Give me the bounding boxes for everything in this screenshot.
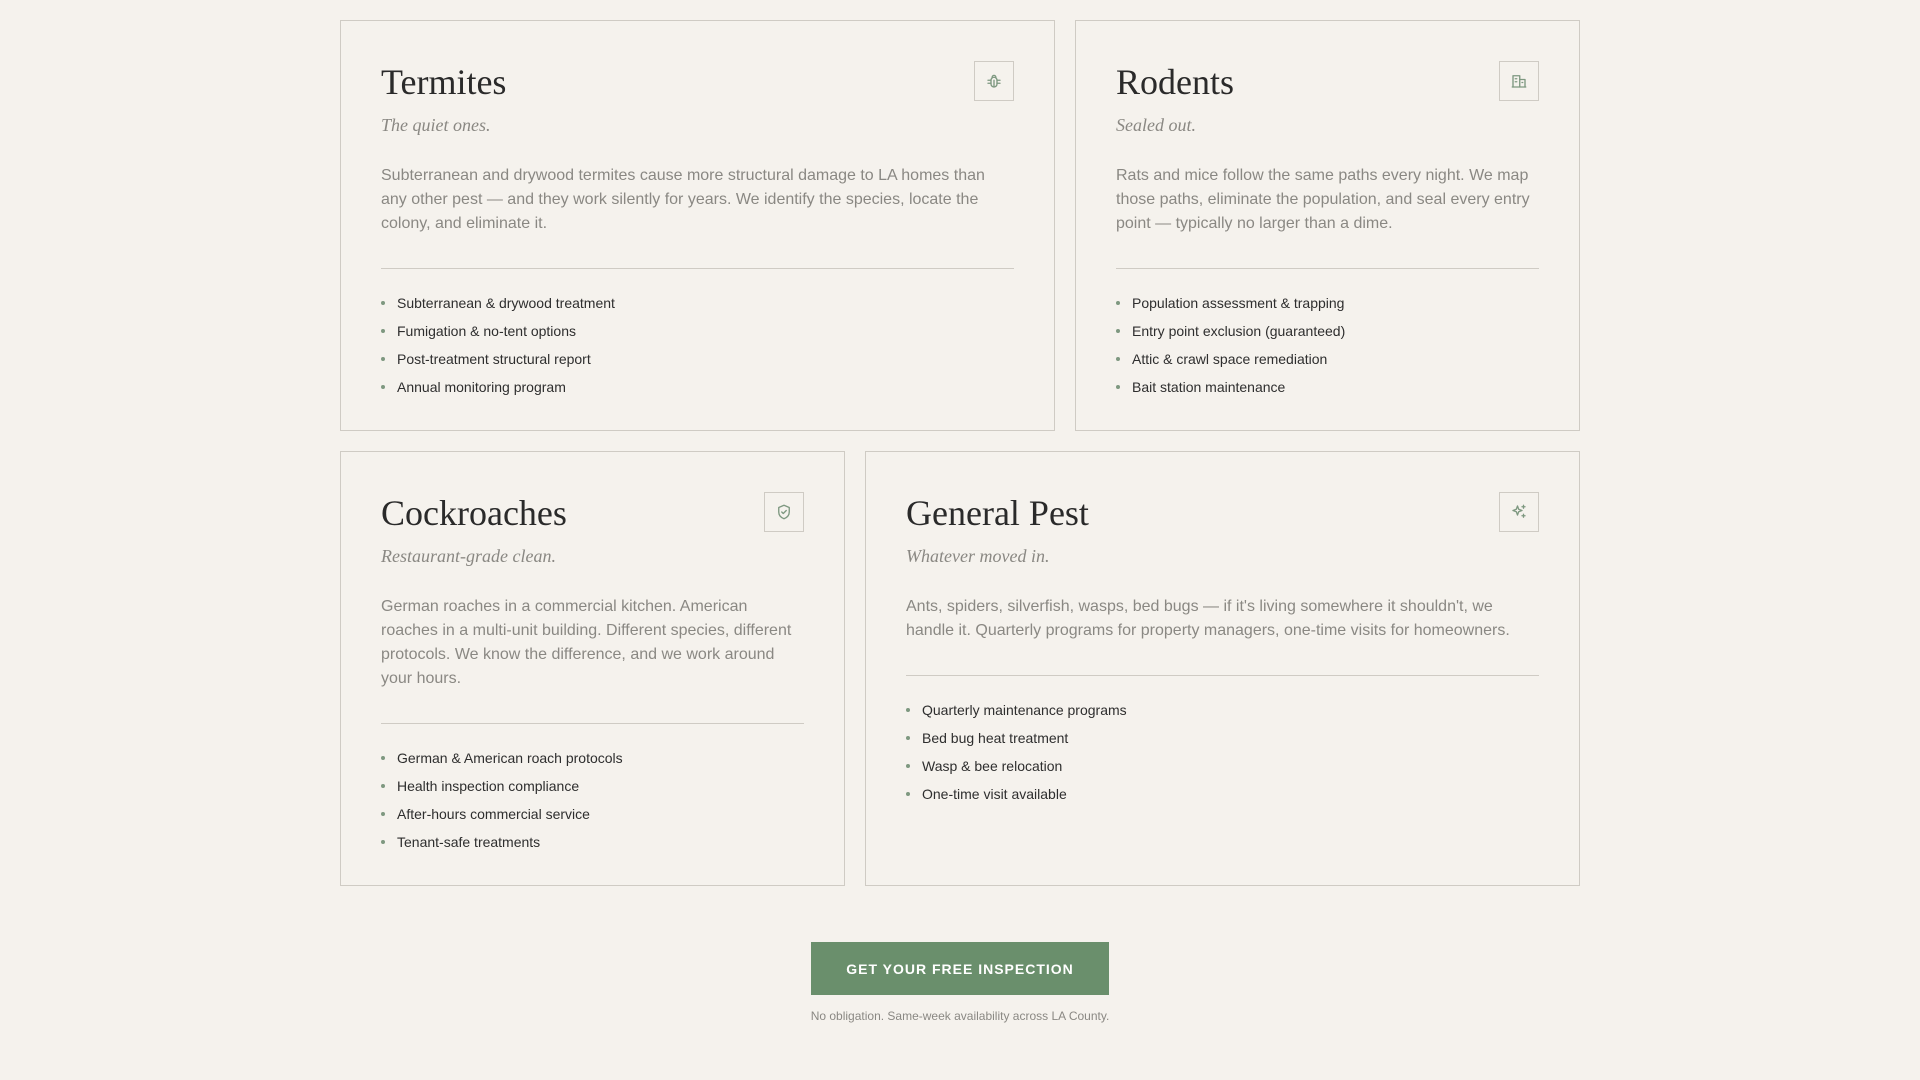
feature-item: Post-treatment structural report [381, 349, 1014, 369]
bullet-icon [906, 735, 910, 740]
services-page: Termites The quiet ones. Subterranean an… [0, 0, 1920, 1080]
feature-item: Subterranean & drywood treatment [381, 293, 1014, 313]
bullet-icon [906, 707, 910, 712]
feature-label: Fumigation & no-tent options [397, 322, 576, 339]
bullet-icon [906, 763, 910, 768]
feature-label: Bait station maintenance [1132, 378, 1286, 395]
feature-item: Wasp & bee relocation [906, 756, 1539, 776]
cta-note: No obligation. Same-week availability ac… [810, 1009, 1110, 1023]
card-header: Rodents Sealed out. [1116, 61, 1539, 136]
feature-label: One-time visit available [922, 785, 1067, 802]
card-heading: Rodents Sealed out. [1116, 61, 1234, 136]
service-card-rodents: Rodents Sealed out. Rats and mice follow… [1075, 20, 1580, 431]
feature-item: Quarterly maintenance programs [906, 700, 1539, 720]
feature-label: German & American roach protocols [397, 749, 623, 766]
card-title: General Pest [906, 493, 1089, 533]
feature-label: Tenant-safe treatments [397, 833, 541, 850]
card-tagline: The quiet ones. [381, 114, 491, 135]
bullet-icon [1116, 328, 1120, 333]
feature-label: Health inspection compliance [397, 777, 580, 794]
service-card-cockroaches: Cockroaches Restaurant-grade clean. Germ… [340, 451, 845, 886]
card-tagline: Restaurant-grade clean. [381, 545, 556, 566]
feature-item: Health inspection compliance [381, 776, 804, 796]
free-inspection-button[interactable]: GET YOUR FREE INSPECTION [811, 942, 1109, 995]
cta-section: GET YOUR FREE INSPECTION No obligation. … [0, 942, 1920, 1023]
bullet-icon [906, 791, 910, 796]
card-header: Termites The quiet ones. [381, 61, 1014, 136]
feature-list: Subterranean & drywood treatment Fumigat… [381, 293, 1014, 397]
card-divider [381, 267, 1014, 269]
feature-item: One-time visit available [906, 784, 1539, 804]
feature-item: Tenant-safe treatments [381, 832, 804, 852]
feature-list: German & American roach protocols Health… [381, 748, 804, 852]
card-divider [906, 674, 1539, 676]
card-tagline: Sealed out. [1116, 114, 1196, 135]
feature-label: Quarterly maintenance programs [922, 701, 1127, 718]
card-description: Ants, spiders, silverfish, wasps, bed bu… [906, 597, 1510, 639]
card-divider [1116, 267, 1539, 269]
feature-item: After-hours commercial service [381, 804, 804, 824]
feature-list: Quarterly maintenance programs Bed bug h… [906, 700, 1539, 804]
card-tagline: Whatever moved in. [906, 545, 1050, 566]
feature-item: Bed bug heat treatment [906, 728, 1539, 748]
bullet-icon [381, 328, 385, 333]
feature-label: Population assessment & trapping [1132, 294, 1345, 311]
bullet-icon [381, 839, 385, 844]
feature-label: Annual monitoring program [397, 378, 566, 395]
feature-label: Entry point exclusion (guaranteed) [1132, 322, 1346, 339]
feature-label: After-hours commercial service [397, 805, 590, 822]
bullet-icon [1116, 384, 1120, 389]
service-card-termites: Termites The quiet ones. Subterranean an… [340, 20, 1055, 431]
feature-item: Bait station maintenance [1116, 377, 1539, 397]
feature-item: German & American roach protocols [381, 748, 804, 768]
bullet-icon [381, 300, 385, 305]
bullet-icon [1116, 356, 1120, 361]
shield-check-icon [764, 492, 804, 532]
bullet-icon [381, 783, 385, 788]
bullet-icon [381, 811, 385, 816]
feature-item: Annual monitoring program [381, 377, 1014, 397]
feature-item: Fumigation & no-tent options [381, 321, 1014, 341]
card-heading: Cockroaches Restaurant-grade clean. [381, 492, 567, 567]
sparkles-icon [1499, 492, 1539, 532]
card-description: Rats and mice follow the same paths ever… [1116, 166, 1530, 232]
feature-item: Entry point exclusion (guaranteed) [1116, 321, 1539, 341]
feature-label: Attic & crawl space remediation [1132, 350, 1328, 367]
feature-label: Bed bug heat treatment [922, 729, 1069, 746]
bullet-icon [381, 384, 385, 389]
feature-label: Post-treatment structural report [397, 350, 591, 367]
card-divider [381, 722, 804, 724]
card-heading: Termites The quiet ones. [381, 61, 506, 136]
bullet-icon [381, 755, 385, 760]
card-title: Rodents [1116, 62, 1235, 102]
bug-icon [974, 61, 1014, 101]
card-header: General Pest Whatever moved in. [906, 492, 1539, 567]
card-heading: General Pest Whatever moved in. [906, 492, 1089, 567]
feature-label: Subterranean & drywood treatment [397, 294, 615, 311]
card-description: German roaches in a commercial kitchen. … [381, 597, 792, 687]
card-header: Cockroaches Restaurant-grade clean. [381, 492, 804, 567]
feature-item: Attic & crawl space remediation [1116, 349, 1539, 369]
bullet-icon [381, 356, 385, 361]
feature-item: Population assessment & trapping [1116, 293, 1539, 313]
building-icon [1499, 61, 1539, 101]
card-title: Cockroaches [381, 493, 567, 533]
feature-list: Population assessment & trapping Entry p… [1116, 293, 1539, 397]
card-description: Subterranean and drywood termites cause … [381, 166, 985, 232]
bullet-icon [1116, 300, 1120, 305]
service-card-general-pest: General Pest Whatever moved in. Ants, sp… [865, 451, 1580, 886]
card-title: Termites [381, 62, 507, 102]
feature-label: Wasp & bee relocation [922, 757, 1063, 774]
